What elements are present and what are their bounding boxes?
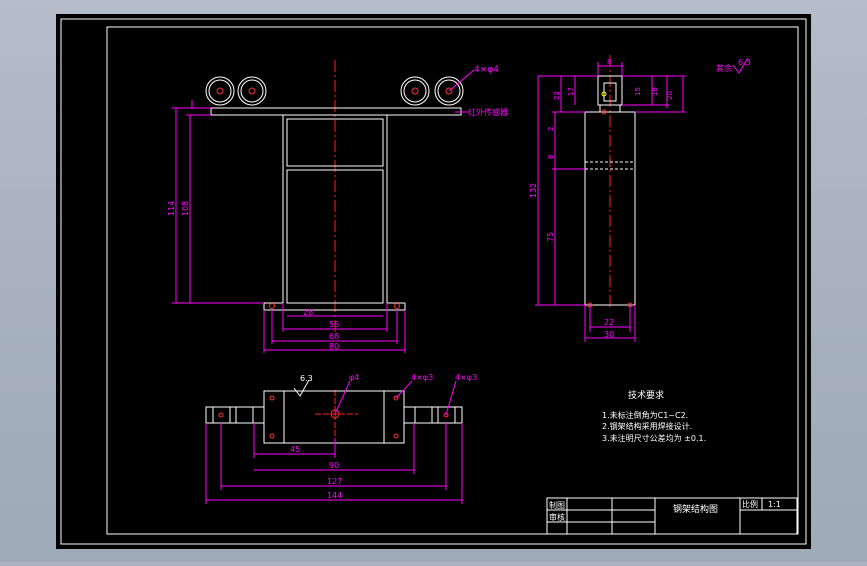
- dim-127: 127: [327, 477, 342, 486]
- drawing-canvas: 4×φ4 红外传感器 114 108 28 56 68 80 8 22 17 1…: [0, 0, 867, 562]
- dim-17: 17: [567, 87, 575, 96]
- drawing-name: 钢架结构图: [673, 503, 718, 515]
- notes-item-1: 1.未标注倒角为C1~C2.: [602, 410, 688, 420]
- notes-item-2: 2.钢架结构采用焊接设计.: [602, 421, 692, 431]
- dim-top-8: 8: [607, 58, 611, 66]
- dim-15: 15: [634, 87, 642, 96]
- callout-holes: 4×φ4: [474, 65, 499, 75]
- dim-132: 132: [529, 183, 538, 198]
- dim-114: 114: [167, 201, 176, 216]
- callout-holes-b: 4×φ3: [455, 373, 477, 382]
- dim-56: 56: [329, 320, 339, 329]
- callout-holes-a: 4×φ3: [411, 373, 433, 382]
- dim-20: 20: [666, 91, 674, 100]
- dim-75: 75: [546, 232, 555, 242]
- dim-2: 2: [547, 127, 555, 131]
- dim-45: 45: [290, 445, 300, 454]
- drawing-sheet: [56, 14, 811, 549]
- dim-28: 28: [303, 308, 313, 317]
- cad-drawing: 4×φ4 红外传感器 114 108 28 56 68 80 8 22 17 1…: [56, 14, 811, 549]
- top-roughness: 6.3: [300, 374, 313, 383]
- dim-8: 8: [547, 155, 555, 159]
- roughness-label: 其余: [716, 63, 732, 73]
- callout-sensor: 红外传感器: [468, 107, 508, 117]
- notes-title: 技术要求: [628, 389, 664, 401]
- scale-label: 比例: [742, 499, 758, 509]
- dim-18: 18: [651, 87, 659, 96]
- dim-80: 80: [329, 342, 339, 351]
- dim-108: 108: [181, 201, 190, 216]
- dim-22b: 22: [604, 318, 614, 327]
- callout-center-hole: φ4: [349, 373, 359, 382]
- dim-30: 30: [604, 330, 614, 339]
- title-drawn-label: 制图: [549, 500, 565, 510]
- dim-22: 22: [553, 91, 561, 100]
- title-checked-label: 审核: [549, 512, 565, 522]
- dim-90: 90: [329, 461, 339, 470]
- roughness-value: 6.3: [738, 58, 751, 67]
- dim-68: 68: [329, 332, 339, 341]
- notes-item-3: 3.未注明尺寸公差均为 ±0.1.: [602, 433, 706, 443]
- scale-value: 1:1: [768, 500, 781, 509]
- dim-144: 144: [327, 491, 342, 500]
